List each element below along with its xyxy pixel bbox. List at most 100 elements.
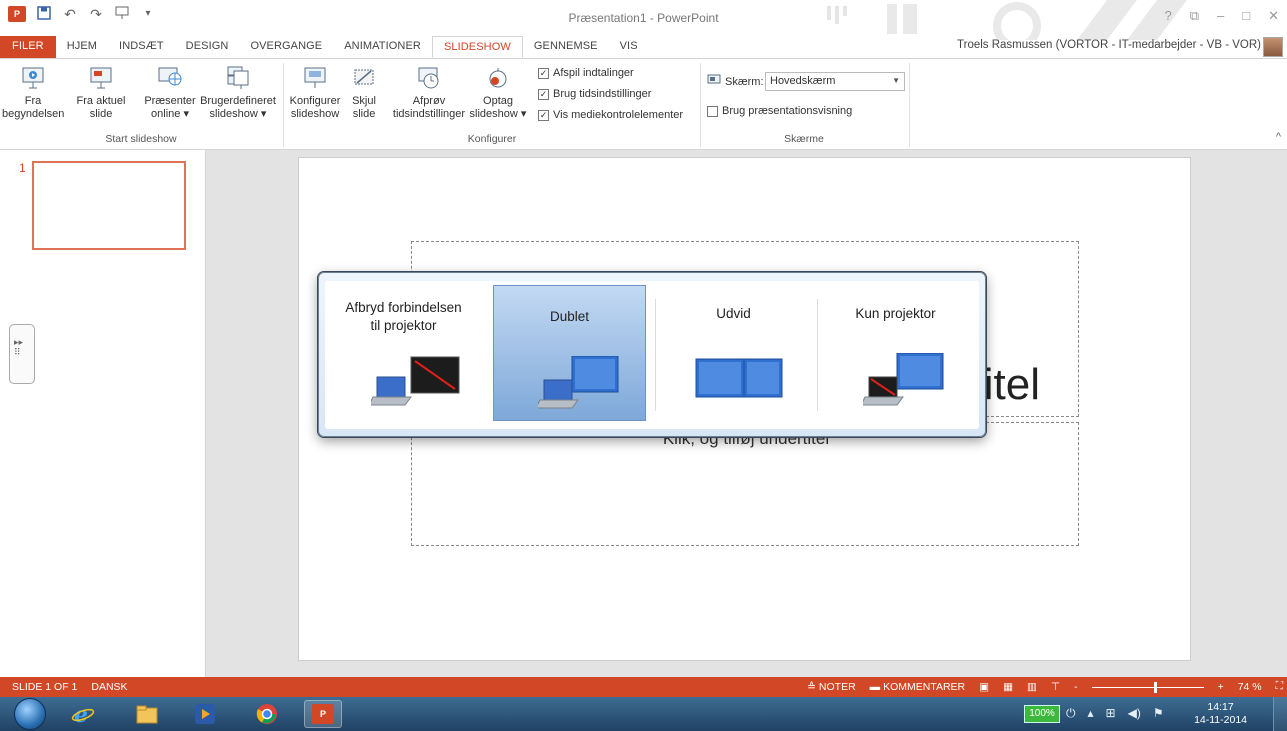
checkbox-box[interactable]	[707, 105, 718, 117]
maximize-button[interactable]: □	[1242, 8, 1250, 24]
reading-view-icon[interactable]: ▥	[1027, 681, 1037, 693]
screen-label-text: Skærm:	[725, 75, 764, 88]
ribbon: Fra begyndelsen Fra aktuel slide Præsent…	[0, 58, 1287, 150]
chrome-icon[interactable]	[248, 700, 286, 728]
minimize-button[interactable]: –	[1217, 8, 1224, 24]
show-hidden-icons[interactable]: ▴	[1088, 706, 1094, 721]
normal-view-icon[interactable]: ▣	[979, 681, 989, 693]
clock-date: 14-11-2014	[1194, 714, 1247, 726]
button-label: begyndelsen	[2, 108, 65, 120]
file-explorer-icon[interactable]	[128, 700, 166, 728]
battery-indicator[interactable]: 100%	[1024, 705, 1060, 723]
present-online-button[interactable]: Præsenter online ▾	[140, 65, 200, 121]
document-title: Præsentation1 - PowerPoint	[568, 11, 719, 25]
checkbox-box[interactable]: ✓	[538, 88, 549, 100]
checkbox-label: Vis mediekontrolelementer	[553, 109, 684, 121]
notes-button[interactable]: ≙ NOTER	[807, 681, 855, 693]
tab-design[interactable]: DESIGN	[175, 36, 240, 58]
custom-slideshow-button[interactable]: Brugerdefineret slideshow ▾	[198, 65, 278, 121]
from-beginning-button[interactable]: Fra begyndelsen	[2, 65, 64, 121]
extend-screens-icon	[695, 358, 783, 398]
from-current-slide-button[interactable]: Fra aktuel slide	[74, 65, 128, 121]
internet-explorer-icon[interactable]: e	[64, 700, 102, 728]
tab-transitions[interactable]: OVERGANGE	[239, 36, 333, 58]
option-extend[interactable]: Udvid	[657, 283, 810, 419]
fit-to-window-icon[interactable]: ⛶	[1276, 680, 1283, 693]
show-media-controls-checkbox[interactable]: ✓ Vis mediekontrolelementer	[538, 109, 683, 121]
tab-home[interactable]: HJEM	[56, 36, 108, 58]
project-options: Afbryd forbindelsen til projektor Dublet…	[325, 281, 979, 429]
option-duplicate[interactable]: Dublet	[493, 285, 646, 421]
laptop-disconnect-icon	[371, 356, 460, 406]
comments-label: KOMMENTARER	[883, 680, 966, 693]
setup-slideshow-button[interactable]: Konfigurer slideshow	[286, 65, 344, 121]
tab-file[interactable]: FILER	[0, 36, 56, 58]
zoom-level[interactable]: 74 %	[1238, 681, 1262, 693]
button-label: Optag	[483, 95, 513, 107]
power-plug-icon[interactable]: ⏻	[1066, 706, 1076, 721]
close-button[interactable]: ✕	[1268, 8, 1279, 24]
button-label: tidsindstillinger	[392, 108, 466, 120]
tab-review[interactable]: GENNEMSE	[523, 36, 609, 58]
comments-button[interactable]: ▬ KOMMENTARER	[870, 681, 965, 693]
action-center-icon[interactable]: ⚑	[1153, 706, 1164, 721]
option-label: Afbryd forbindelsen til projektor	[345, 300, 462, 333]
zoom-in-button[interactable]: +	[1218, 681, 1224, 693]
volume-icon[interactable]: ◀)	[1128, 706, 1141, 721]
laptop-duplicate-icon	[538, 356, 619, 409]
option-label: Kun projektor	[855, 306, 936, 321]
pane-toggle-button[interactable]: ▸▸ ⠿	[9, 324, 35, 384]
slide-sorter-icon[interactable]: ▦	[1003, 681, 1013, 693]
account-name[interactable]: Troels Rasmussen (VORTOR - IT-medarbejde…	[957, 39, 1261, 51]
use-timings-checkbox[interactable]: ✓ Brug tidsindstillinger	[538, 88, 651, 100]
subtitle-placeholder[interactable]: Klik, og tilføj undertitel	[411, 422, 1079, 546]
tab-animations[interactable]: ANIMATIONER	[333, 36, 432, 58]
option-disconnect-projector[interactable]: Afbryd forbindelsen til projektor	[327, 283, 480, 419]
slideshow-view-icon[interactable]: ⊤	[1051, 681, 1060, 693]
avatar[interactable]	[1263, 37, 1283, 57]
rehearse-timings-button[interactable]: Afprøv tidsindstillinger	[390, 65, 468, 121]
network-icon[interactable]: ⊞	[1106, 706, 1116, 721]
presenter-view-checkbox[interactable]: Brug præsentationsvisning	[707, 105, 852, 117]
record-slideshow-button[interactable]: Optag slideshow ▾	[462, 65, 534, 121]
title-bar: P ↶ ↷ ▾ Præsentation1 - PowerPoint ? ⧉ –…	[0, 0, 1287, 40]
group-label-configure: Konfigurer	[467, 133, 517, 145]
language-indicator[interactable]: DANSK	[91, 681, 127, 693]
status-bar: SLIDE 1 OF 1 DANSK ≙ NOTER ▬ KOMMENTARER…	[0, 677, 1287, 697]
rehearse-timings-icon	[416, 65, 442, 91]
button-label: slideshow ▾	[469, 108, 527, 120]
button-label: Konfigurer	[289, 95, 341, 107]
zoom-slider-thumb[interactable]	[1153, 681, 1157, 693]
button-label: Fra	[24, 95, 42, 107]
powerpoint-logo-icon: P	[312, 704, 334, 724]
tab-view[interactable]: VIS	[609, 36, 649, 58]
clock[interactable]: 14:17 14-11-2014	[1194, 701, 1247, 727]
button-label: slide	[352, 108, 376, 120]
start-button[interactable]	[14, 698, 46, 730]
screen-select[interactable]: Hovedskærm ▼	[765, 72, 905, 91]
button-label: Afprøv	[412, 95, 446, 107]
show-desktop-button[interactable]	[1273, 697, 1287, 731]
option-projector-only[interactable]: Kun projektor	[819, 283, 972, 419]
powerpoint-taskbar-icon[interactable]: P	[304, 700, 342, 728]
setup-slideshow-icon	[302, 65, 328, 91]
zoom-slider[interactable]	[1091, 681, 1204, 693]
group-label-screens: Skærme	[784, 133, 824, 145]
play-narrations-checkbox[interactable]: ✓ Afspil indtalinger	[538, 67, 634, 79]
option-divider	[817, 299, 818, 411]
slide-thumbnail[interactable]	[32, 161, 186, 250]
help-button[interactable]: ?	[1164, 8, 1171, 24]
media-player-icon[interactable]	[186, 700, 224, 728]
checkbox-box[interactable]: ✓	[538, 109, 549, 121]
group-label-start: Start slideshow	[105, 133, 177, 145]
button-label: online ▾	[151, 108, 189, 120]
option-label: Dublet	[549, 309, 590, 324]
tab-slideshow[interactable]: SLIDESHOW	[431, 36, 523, 58]
collapse-ribbon-button[interactable]: ^	[1276, 131, 1281, 143]
checkbox-box[interactable]: ✓	[538, 67, 549, 79]
zoom-out-button[interactable]: -	[1074, 681, 1078, 693]
ribbon-display-options-button[interactable]: ⧉	[1190, 8, 1199, 24]
tab-insert[interactable]: INDSÆT	[108, 36, 175, 58]
hide-slide-button[interactable]: Skjul slide	[346, 65, 382, 121]
record-slideshow-icon	[485, 65, 511, 91]
